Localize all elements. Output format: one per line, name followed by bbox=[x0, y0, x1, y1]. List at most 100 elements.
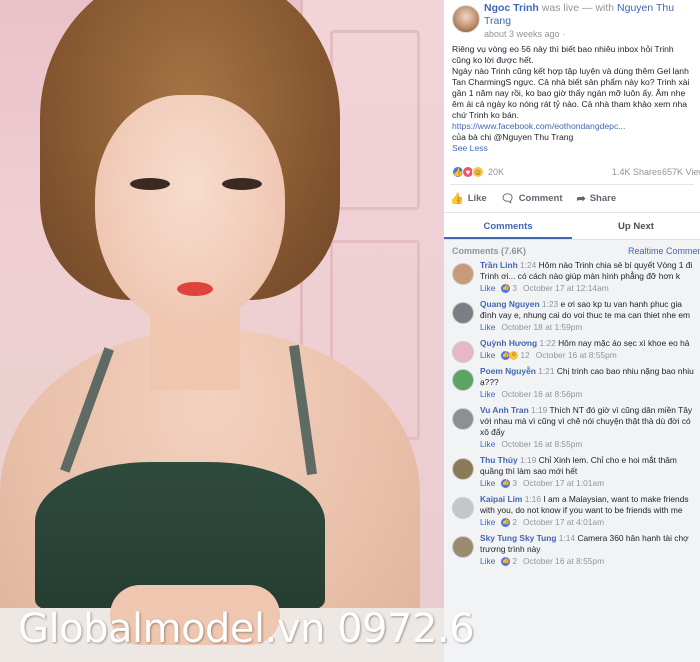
tab-comments[interactable]: Comments bbox=[444, 213, 572, 239]
commenter-avatar[interactable] bbox=[452, 458, 474, 480]
comment-date[interactable]: October 16 at 8:56pm bbox=[501, 388, 582, 401]
time-separator: · bbox=[562, 29, 566, 39]
comment-like-button[interactable]: Like bbox=[480, 477, 495, 490]
comment-text-line: Quang Nguyen 1:23 e ơi sao kp tu van han… bbox=[480, 299, 696, 321]
share-label: Share bbox=[589, 193, 617, 204]
comment-timestamp[interactable]: 1:23 bbox=[542, 299, 558, 309]
comment-text-line: Kaipai Lim 1:16 I am a Malaysian, want t… bbox=[480, 494, 696, 516]
comment-text: Hôm nay mặc áo sẹc xì khoe eo hả bbox=[558, 338, 690, 348]
status-text: was live — with bbox=[541, 2, 615, 14]
comments-area: Comments (7.6K) Realtime Comments Trần L… bbox=[444, 240, 700, 662]
comment-meta: Like October 16 at 8:55pm bbox=[480, 438, 696, 451]
comment-date[interactable]: October 16 at 8:55pm bbox=[523, 555, 604, 568]
post-body-line: Ngày nào Trinh cũng kết hợp tập luyện và… bbox=[452, 66, 690, 120]
comment-text-line: Trần Linh 1:24 Hôm nào Trinh chia sẻ bí … bbox=[480, 260, 696, 282]
tab-up-next[interactable]: Up Next bbox=[572, 213, 700, 239]
comment-list: Trần Linh 1:24 Hôm nào Trinh chia sẻ bí … bbox=[444, 260, 700, 568]
post-actions: 👍 Like 🗨 Comment ➦ Share bbox=[450, 184, 694, 212]
comment-meta: Like 👍 2 October 17 at 4:01am bbox=[480, 516, 696, 529]
comment-item: Vu Anh Tran 1:19 Thích NT đó giờ vì cũng… bbox=[444, 405, 700, 451]
author-name[interactable]: Ngoc Trinh bbox=[484, 2, 539, 14]
comment-timestamp[interactable]: 1:16 bbox=[525, 494, 541, 504]
comment-like-count[interactable]: 👍 ☺ 12 bbox=[501, 349, 530, 362]
comment-timestamp[interactable]: 1:22 bbox=[539, 338, 555, 348]
commenter-name[interactable]: Poem Nguyễn bbox=[480, 366, 536, 376]
comment-timestamp[interactable]: 1:19 bbox=[520, 455, 536, 465]
comment-date[interactable]: October 17 at 4:01am bbox=[523, 516, 604, 529]
comment-item: Thu Thủy 1:19 Chỉ Xinh lem. Chỉ cho e ho… bbox=[444, 455, 700, 490]
commenter-avatar[interactable] bbox=[452, 497, 474, 519]
comment-like-button[interactable]: Like bbox=[480, 555, 495, 568]
commenter-name[interactable]: Vu Anh Tran bbox=[480, 405, 529, 415]
post-link[interactable]: https://www.facebook.com/eothondangdepc.… bbox=[452, 121, 692, 132]
comment-date[interactable]: October 16 at 8:55pm bbox=[536, 349, 617, 362]
commenter-avatar[interactable] bbox=[452, 341, 474, 363]
see-less-link[interactable]: See Less bbox=[452, 143, 692, 154]
post-mention: của bà chị @Nguyen Thu Trang bbox=[452, 132, 574, 142]
comment-like-button[interactable]: Like bbox=[480, 349, 495, 362]
comment-like-count[interactable]: 👍 2 bbox=[501, 516, 517, 529]
comment-like-count[interactable]: 👍 3 bbox=[501, 282, 517, 295]
commenter-name[interactable]: Quang Nguyen bbox=[480, 299, 540, 309]
door-panel-upper bbox=[330, 30, 420, 210]
share-arrow-icon: ➦ bbox=[576, 193, 586, 205]
comments-count: Comments (7.6K) bbox=[452, 246, 527, 256]
comment-timestamp[interactable]: 1:19 bbox=[531, 405, 547, 415]
comment-date[interactable]: October 17 at 1:01am bbox=[523, 477, 604, 490]
comment-like-button[interactable]: Like bbox=[480, 282, 495, 295]
speech-bubble-icon: 🗨 bbox=[500, 193, 515, 205]
commenter-name[interactable]: Trần Linh bbox=[480, 260, 518, 270]
comment-label: Comment bbox=[518, 193, 563, 204]
realtime-comments-toggle[interactable]: Realtime Comments bbox=[628, 246, 700, 256]
post-time[interactable]: about 3 weeks ago bbox=[484, 29, 560, 39]
comment-date[interactable]: October 18 at 1:59pm bbox=[501, 321, 582, 334]
comment-like-button[interactable]: Like bbox=[480, 321, 495, 334]
live-video-frame[interactable] bbox=[0, 0, 444, 662]
commenter-name[interactable]: Sky Tung Sky Tung bbox=[480, 533, 556, 543]
commenter-name[interactable]: Thu Thủy bbox=[480, 455, 518, 465]
comment-like-button[interactable]: Like bbox=[480, 516, 495, 529]
comment-date[interactable]: October 16 at 8:55pm bbox=[501, 438, 582, 451]
comment-like-button[interactable]: Like bbox=[480, 388, 495, 401]
comment-button[interactable]: 🗨 Comment bbox=[501, 192, 563, 205]
person-left-eye bbox=[130, 178, 170, 190]
comment-likes-value: 3 bbox=[512, 283, 518, 293]
commenter-avatar[interactable] bbox=[452, 536, 474, 558]
comment-timestamp[interactable]: 1:14 bbox=[559, 533, 575, 543]
commenter-name[interactable]: Quỳnh Hương bbox=[480, 338, 537, 348]
haha-icon: ☺ bbox=[509, 351, 519, 360]
post-sidebar: Ngoc Trinh was live — with Nguyen Thu Tr… bbox=[444, 0, 700, 662]
comment-item: Sky Tung Sky Tung 1:14 Camera 360 hân hạ… bbox=[444, 533, 700, 568]
like-icon: 👍 bbox=[501, 518, 511, 527]
commenter-avatar[interactable] bbox=[452, 408, 474, 430]
thumbs-up-icon: 👍 bbox=[450, 193, 464, 205]
commenter-name[interactable]: Kaipai Lim bbox=[480, 494, 522, 504]
post-body: Riêng vụ vòng eo 56 này thì biết bao nhi… bbox=[444, 42, 700, 156]
comment-likes-value: 2 bbox=[512, 556, 518, 566]
comment-like-count[interactable]: 👍 3 bbox=[501, 477, 517, 490]
comment-timestamp[interactable]: 1:21 bbox=[538, 366, 554, 376]
comment-likes-value: 12 bbox=[520, 350, 530, 360]
commenter-avatar[interactable] bbox=[452, 302, 474, 324]
comment-like-count[interactable]: 👍 2 bbox=[501, 555, 517, 568]
comment-meta: Like 👍 2 October 16 at 8:55pm bbox=[480, 555, 696, 568]
comment-timestamp[interactable]: 1:24 bbox=[520, 260, 536, 270]
commenter-avatar[interactable] bbox=[452, 263, 474, 285]
like-button[interactable]: 👍 Like bbox=[450, 192, 487, 205]
commenter-avatar[interactable] bbox=[452, 369, 474, 391]
comment-meta: Like 👍 3 October 17 at 12:14am bbox=[480, 282, 696, 295]
author-avatar[interactable] bbox=[452, 5, 480, 33]
share-count[interactable]: 1.4K Shares bbox=[612, 167, 662, 177]
comment-like-button[interactable]: Like bbox=[480, 438, 495, 451]
comment-meta: Like 👍 3 October 17 at 1:01am bbox=[480, 477, 696, 490]
comment-date[interactable]: October 17 at 12:14am bbox=[523, 282, 609, 295]
comment-text-line: Vu Anh Tran 1:19 Thích NT đó giờ vì cũng… bbox=[480, 405, 696, 438]
comment-item: Poem Nguyễn 1:21 Chị trinh cao bao nhiu … bbox=[444, 366, 700, 401]
comment-text-line: Quỳnh Hương 1:22 Hôm nay mặc áo sẹc xì k… bbox=[480, 338, 696, 349]
comment-item: Quang Nguyen 1:23 e ơi sao kp tu van han… bbox=[444, 299, 700, 334]
share-button[interactable]: ➦ Share bbox=[577, 192, 617, 205]
reaction-icons[interactable]: 👍 ♥ ☺ bbox=[452, 166, 484, 178]
reaction-count[interactable]: 20K bbox=[488, 167, 504, 177]
watermark-text: Globalmodel.vn 0972.6 bbox=[18, 606, 475, 652]
like-icon: 👍 bbox=[501, 284, 511, 293]
